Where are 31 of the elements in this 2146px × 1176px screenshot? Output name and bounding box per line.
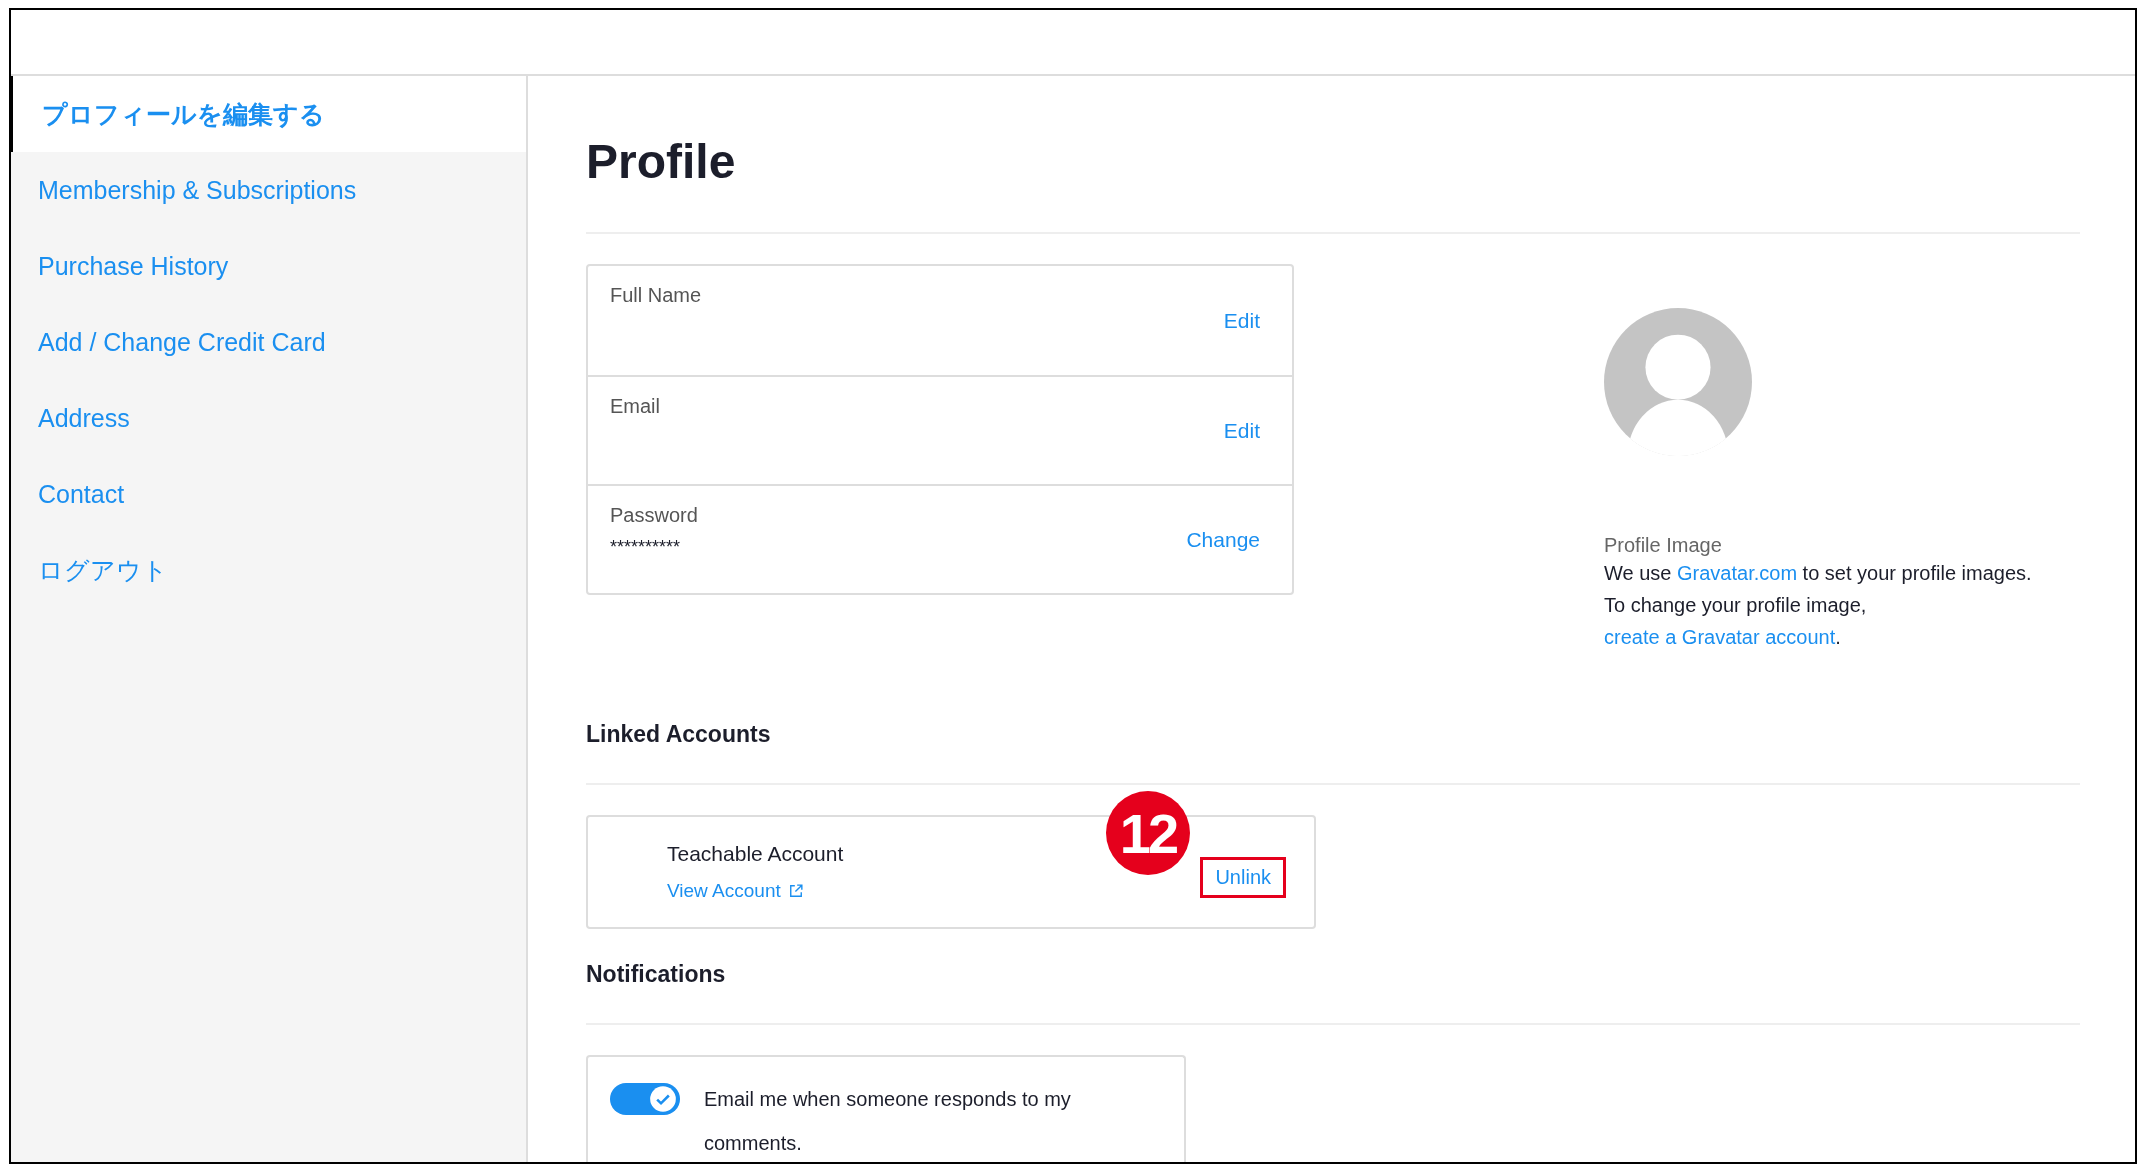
external-link-icon bbox=[788, 884, 803, 898]
view-account-link[interactable]: View Account bbox=[667, 880, 803, 902]
gravatar-text: To change your profile image, create a Gravatar account. bbox=[1604, 593, 1868, 650]
page-title: Profile bbox=[586, 134, 737, 190]
field-value: ********** bbox=[610, 537, 682, 558]
sidebar-item[interactable]: Membership & Subscriptions bbox=[11, 152, 526, 228]
sidebar-item[interactable]: Purchase History bbox=[11, 228, 526, 304]
gravatar-link[interactable]: create a Gravatar account bbox=[1604, 626, 1836, 648]
section-heading: Linked Accounts bbox=[586, 720, 772, 749]
section-heading: Notifications bbox=[586, 960, 727, 989]
account-name: Teachable Account bbox=[667, 842, 844, 866]
sidebar-item[interactable]: Contact bbox=[11, 456, 526, 532]
sidebar-item[interactable]: ログアウト bbox=[11, 532, 526, 608]
sidebar-item[interactable]: Add / Change Credit Card bbox=[11, 304, 526, 380]
field-label: Email bbox=[610, 395, 660, 418]
unlink-link[interactable]: Unlink bbox=[1200, 856, 1286, 898]
gravatar-link[interactable]: Gravatar.com bbox=[1677, 562, 1798, 584]
toggle-switch[interactable] bbox=[610, 1083, 680, 1115]
sidebar-item[interactable]: Address bbox=[11, 380, 526, 456]
edit-link[interactable]: Change bbox=[1186, 527, 1260, 552]
profile-image-label: Profile Image bbox=[1604, 534, 1723, 557]
gravatar-text: We use Gravatar.com to set your profile images. bbox=[1604, 561, 2033, 586]
check-circle-icon bbox=[649, 1085, 677, 1113]
notification-label: Email me when someone responds to my comments. bbox=[704, 1087, 1072, 1156]
sidebar-item[interactable]: プロフィールを編集する bbox=[11, 76, 526, 152]
edit-link[interactable]: Edit bbox=[1223, 418, 1260, 443]
avatar-placeholder-icon bbox=[1604, 308, 1752, 456]
callout-number: 12 bbox=[1106, 791, 1190, 875]
field-label: Password bbox=[610, 504, 698, 527]
edit-link[interactable]: Edit bbox=[1223, 308, 1260, 333]
field-label: Full Name bbox=[610, 284, 702, 307]
